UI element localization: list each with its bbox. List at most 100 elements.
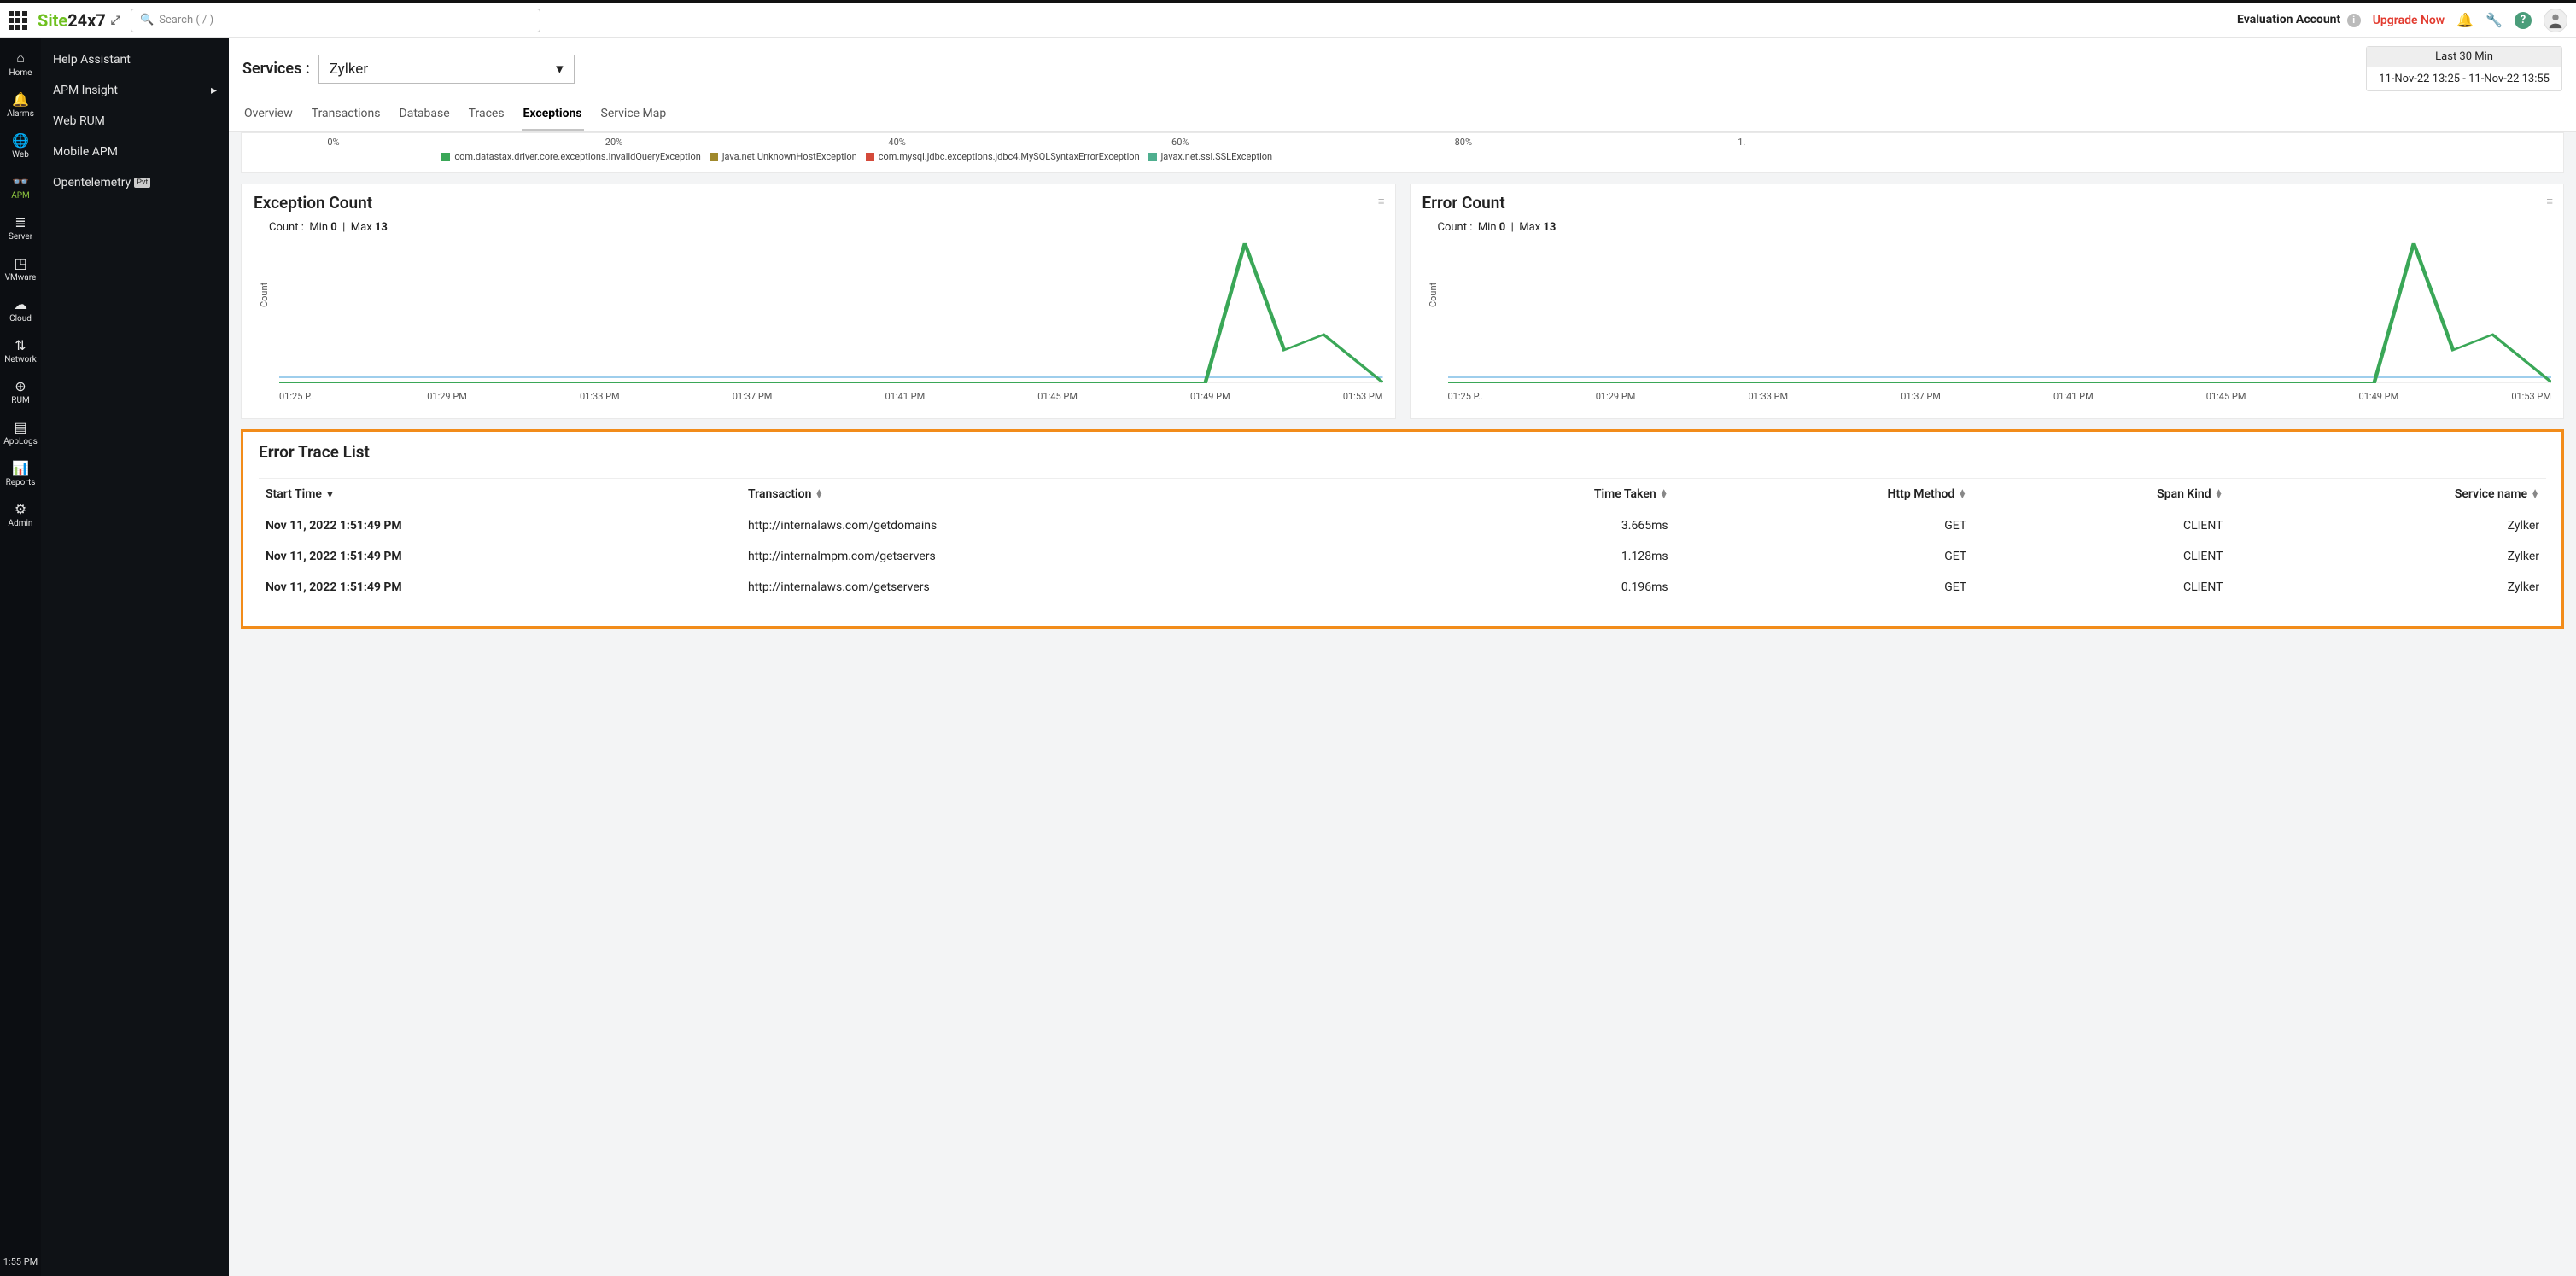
chart[interactable]: Count 10 5 0 01:25 P..01:29 PM01:33 PM01… — [279, 239, 1383, 410]
vm-icon: ◳ — [14, 255, 26, 271]
sort-icon: ▲▼ — [1660, 490, 1668, 498]
logo[interactable]: Site24x7 ⤢ — [38, 10, 120, 31]
error-trace-list-card: Error Trace List Start Time▼ Transaction… — [241, 429, 2564, 629]
legend-item[interactable]: com.mysql.jdbc.exceptions.jdbc4.MySQLSyn… — [866, 151, 1140, 162]
nav-apm[interactable]: 👓APM — [0, 166, 41, 207]
legend-items: com.datastax.driver.core.exceptions.Inva… — [441, 151, 2042, 162]
count-summary: Count : Min 0 | Max 13 — [1422, 218, 2552, 239]
cell-span-kind: CLIENT — [1973, 510, 2229, 542]
col-start-time[interactable]: Start Time▼ — [259, 479, 741, 510]
nav-applogs[interactable]: ▤AppLogs — [0, 412, 41, 453]
nav-home[interactable]: ⌂Home — [0, 43, 41, 84]
nav-reports[interactable]: 📊Reports — [0, 453, 41, 494]
nav-rum[interactable]: ⊕RUM — [0, 371, 41, 412]
y-axis-label: Count — [259, 283, 270, 307]
col-time-taken[interactable]: Time Taken▲▼ — [1393, 479, 1675, 510]
server-icon: ≣ — [15, 214, 26, 230]
col-http-method[interactable]: Http Method▲▼ — [1675, 479, 1974, 510]
hamburger-icon[interactable]: ≡ — [2546, 195, 2553, 208]
swatch-icon — [866, 153, 874, 161]
cell-service-name: Zylker — [2230, 510, 2546, 542]
exception-count-card: ≡ Exception Count Count : Min 0 | Max 13… — [241, 184, 1396, 419]
swatch-icon — [710, 153, 718, 161]
cloud-icon: ☁ — [14, 296, 27, 312]
cell-start-time: Nov 11, 2022 1:51:49 PM — [259, 541, 741, 572]
cell-span-kind: CLIENT — [1973, 541, 2229, 572]
nav-web[interactable]: 🌐Web — [0, 125, 41, 166]
error-count-card: ≡ Error Count Count : Min 0 | Max 13 Cou… — [1410, 184, 2565, 419]
wrench-icon[interactable]: 🔧 — [2485, 12, 2503, 28]
upgrade-link[interactable]: Upgrade Now — [2373, 14, 2445, 27]
card-title: Exception Count — [254, 193, 1383, 213]
swatch-icon — [1148, 153, 1157, 161]
subnav-help-assistant[interactable]: Help Assistant — [41, 44, 229, 75]
expand-icon: ⤢ — [111, 14, 120, 27]
tab-database[interactable]: Database — [398, 102, 452, 131]
subnav-mobile-apm[interactable]: Mobile APM — [41, 137, 229, 167]
col-transaction[interactable]: Transaction▲▼ — [741, 479, 1393, 510]
help-icon[interactable]: ? — [2515, 12, 2532, 29]
nav-admin[interactable]: ⚙Admin — [0, 494, 41, 535]
tab-overview[interactable]: Overview — [242, 102, 295, 131]
tab-exceptions[interactable]: Exceptions — [522, 102, 584, 131]
topbar: Site24x7 ⤢ 🔍 Search ( / ) Evaluation Acc… — [0, 0, 2576, 38]
services-label: Services : — [242, 60, 310, 78]
nav-cloud[interactable]: ☁Cloud — [0, 289, 41, 330]
hamburger-icon[interactable]: ≡ — [1378, 195, 1385, 208]
sort-icon: ▲▼ — [2215, 490, 2223, 498]
cell-time-taken: 1.128ms — [1393, 541, 1675, 572]
chart-svg: 10 5 0 — [1448, 239, 2552, 384]
gear-icon: ⚙ — [15, 501, 26, 517]
cell-service-name: Zylker — [2230, 572, 2546, 603]
time-range-picker[interactable]: Last 30 Min 11-Nov-22 13:25 - 11-Nov-22 … — [2366, 46, 2562, 91]
legend-item[interactable]: com.datastax.driver.core.exceptions.Inva… — [441, 151, 701, 162]
card-title: Error Count — [1422, 193, 2552, 213]
col-span-kind[interactable]: Span Kind▲▼ — [1973, 479, 2229, 510]
cell-time-taken: 0.196ms — [1393, 572, 1675, 603]
trace-table: Start Time▼ Transaction▲▼ Time Taken▲▼ H… — [259, 478, 2546, 603]
legend-item[interactable]: javax.net.ssl.SSLException — [1148, 151, 1272, 162]
x-ticks: 01:25 P..01:29 PM01:33 PM01:37 PM01:41 P… — [1448, 391, 2552, 402]
nav-network[interactable]: ⇅Network — [0, 330, 41, 371]
bell-icon[interactable]: 🔔 — [2456, 12, 2474, 28]
cell-http-method: GET — [1675, 572, 1974, 603]
chevron-right-icon: ▸ — [211, 84, 217, 97]
top-legend-card: 0% 20% 40% 60% 80% 1. com.datastax.drive… — [241, 132, 2564, 173]
subnav-opentelemetry[interactable]: OpentelemetryPvt — [41, 167, 229, 198]
time-range-value: 11-Nov-22 13:25 - 11-Nov-22 13:55 — [2367, 67, 2561, 90]
search-placeholder: Search ( / ) — [159, 14, 213, 26]
main: Services : Zylker ▾ Last 30 Min 11-Nov-2… — [229, 38, 2576, 1276]
nav-vmware[interactable]: ◳VMware — [0, 248, 41, 289]
info-icon[interactable]: i — [2347, 14, 2361, 27]
logs-icon: ▤ — [14, 419, 26, 435]
table-row[interactable]: Nov 11, 2022 1:51:49 PMhttp://internalaw… — [259, 572, 2546, 603]
rail-nav: ⌂Home 🔔Alarms 🌐Web 👓APM ≣Server ◳VMware … — [0, 38, 41, 1276]
tab-service-map[interactable]: Service Map — [599, 102, 669, 131]
cell-transaction: http://internalmpm.com/getservers — [741, 541, 1393, 572]
globe-icon: 🌐 — [12, 132, 29, 149]
chart-svg: 10 5 0 — [279, 239, 1383, 384]
subnav-web-rum[interactable]: Web RUM — [41, 106, 229, 137]
table-row[interactable]: Nov 11, 2022 1:51:49 PMhttp://internalaw… — [259, 510, 2546, 542]
x-ticks: 01:25 P..01:29 PM01:33 PM01:37 PM01:41 P… — [279, 391, 1383, 402]
service-select[interactable]: Zylker ▾ — [318, 55, 575, 84]
col-service-name[interactable]: Service name▲▼ — [2230, 479, 2546, 510]
app-switcher-icon[interactable] — [9, 11, 27, 30]
goggles-icon: 👓 — [12, 173, 29, 189]
table-row[interactable]: Nov 11, 2022 1:51:49 PMhttp://internalmp… — [259, 541, 2546, 572]
cell-http-method: GET — [1675, 510, 1974, 542]
trace-title: Error Trace List — [259, 442, 2546, 469]
subnav-apm-insight[interactable]: APM Insight▸ — [41, 75, 229, 106]
search-input[interactable]: 🔍 Search ( / ) — [131, 9, 540, 32]
legend-item[interactable]: java.net.UnknownHostException — [710, 151, 857, 162]
tab-traces[interactable]: Traces — [467, 102, 506, 131]
sort-icon: ▲▼ — [1958, 490, 1966, 498]
cell-service-name: Zylker — [2230, 541, 2546, 572]
chevron-down-icon: ▾ — [556, 61, 564, 78]
nav-alarms[interactable]: 🔔Alarms — [0, 84, 41, 125]
chart[interactable]: Count 10 5 0 01:25 P..01:29 PM01:33 PM01… — [1448, 239, 2552, 410]
nav-server[interactable]: ≣Server — [0, 207, 41, 248]
avatar[interactable] — [2544, 9, 2567, 32]
tab-transactions[interactable]: Transactions — [310, 102, 383, 131]
home-icon: ⌂ — [16, 50, 25, 67]
